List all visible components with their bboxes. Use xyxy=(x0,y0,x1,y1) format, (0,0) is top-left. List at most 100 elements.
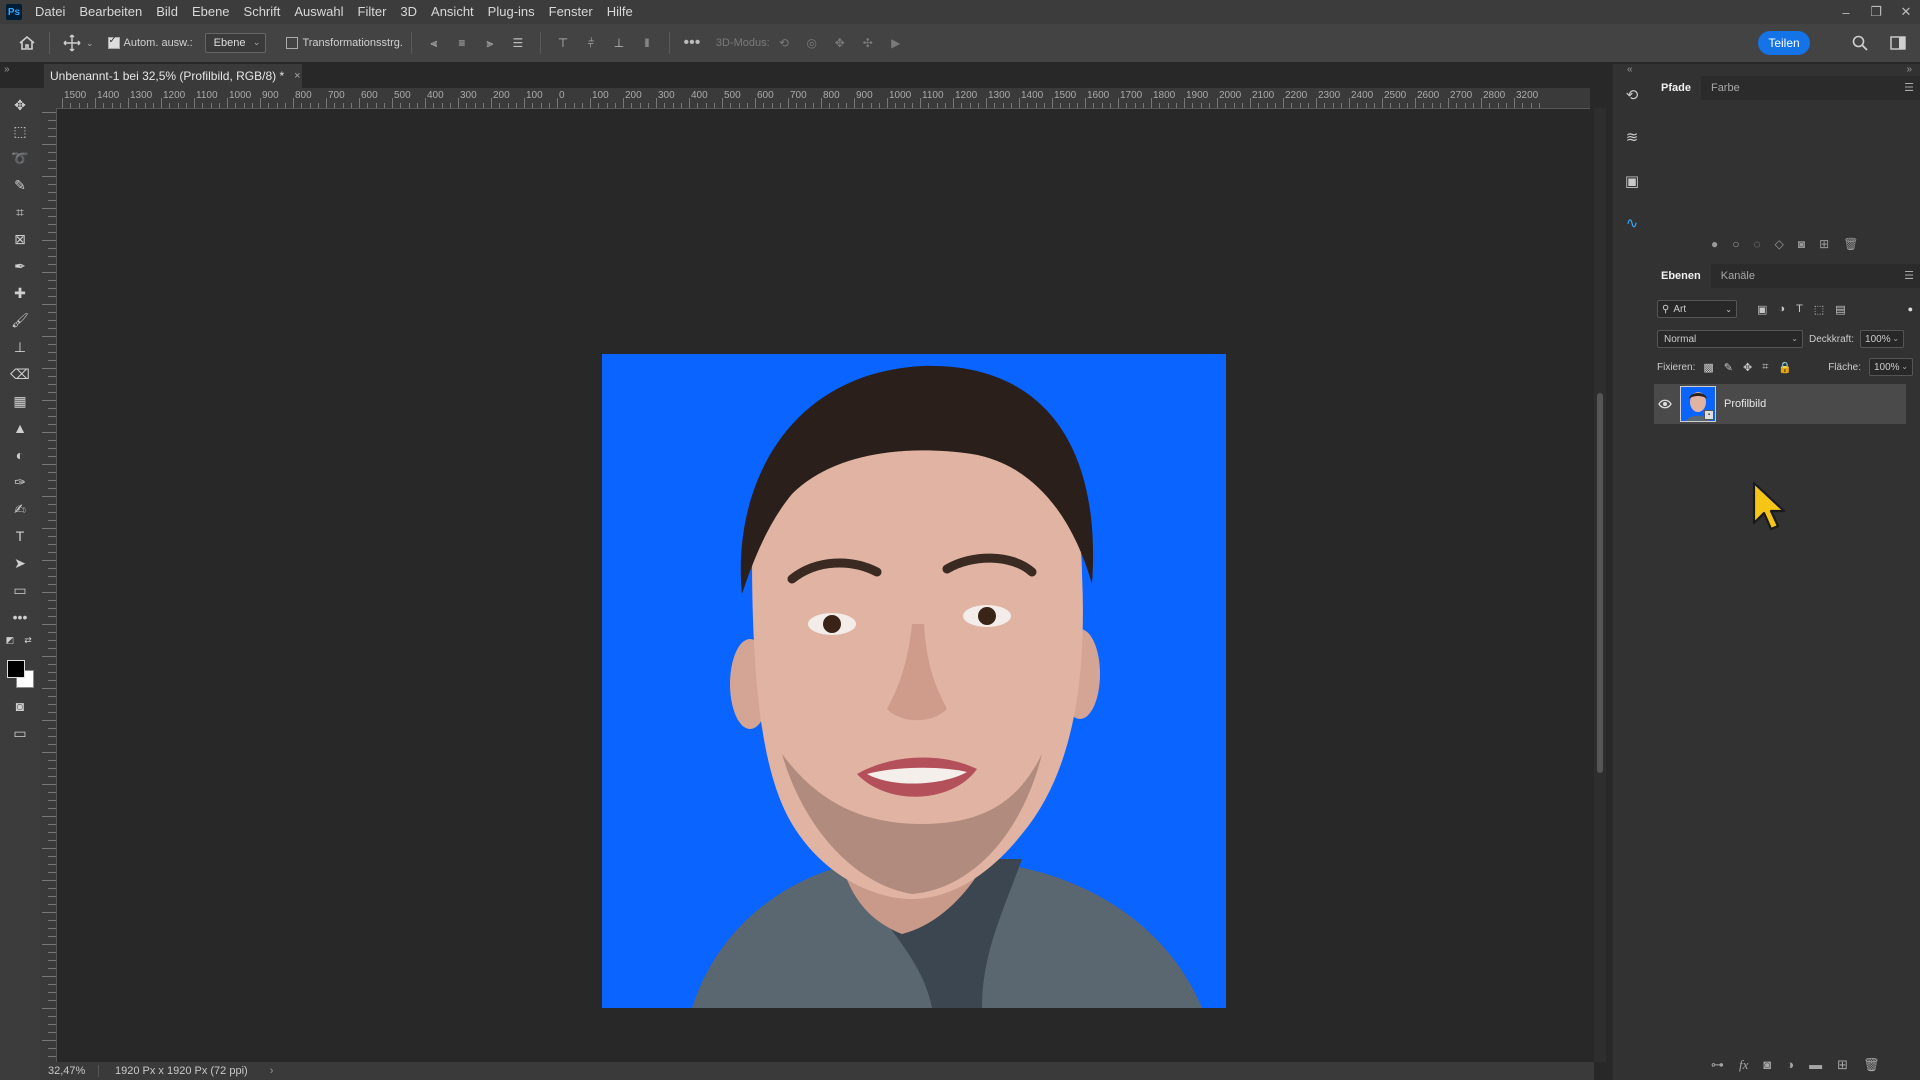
move-tool-icon[interactable] xyxy=(61,32,83,54)
auto-select-checkbox[interactable]: Autom. ausw.: xyxy=(107,35,193,49)
freeform-pen-tool-icon[interactable]: ✍ xyxy=(9,498,31,520)
zoom-level[interactable]: 32,47% xyxy=(40,1065,99,1077)
vertical-ruler[interactable] xyxy=(40,108,57,1062)
search-icon[interactable] xyxy=(1849,32,1871,54)
layers-stack-icon[interactable]: ≋ xyxy=(1621,126,1643,148)
menu-bearbeiten[interactable]: Bearbeiten xyxy=(72,0,149,24)
libraries-icon[interactable]: ▣ xyxy=(1621,170,1643,192)
align-top-icon[interactable]: ⊤ xyxy=(552,32,574,54)
collapse-dock-icon[interactable]: » xyxy=(1906,64,1912,75)
history-icon[interactable]: ⟲ xyxy=(1621,84,1643,106)
quick-mask-icon[interactable]: ◙ xyxy=(9,695,31,717)
menu-fenster[interactable]: Fenster xyxy=(542,0,600,24)
panel-menu-icon[interactable]: ☰ xyxy=(1904,269,1914,282)
document-info[interactable]: 1920 Px x 1920 Px (72 ppi) xyxy=(99,1065,248,1077)
collapse-tools-icon[interactable]: » xyxy=(4,64,10,75)
menu-ansicht[interactable]: Ansicht xyxy=(424,0,481,24)
frame-tool-icon[interactable]: ⊠ xyxy=(9,228,31,250)
filter-type-icon[interactable]: T xyxy=(1796,303,1803,316)
checkbox-checked-icon[interactable] xyxy=(107,35,120,49)
quick-selection-tool-icon[interactable]: ✎ xyxy=(9,174,31,196)
auto-select-dropdown[interactable]: Ebene ⌄ xyxy=(204,33,267,53)
align-center-icon[interactable]: ≡ xyxy=(451,32,473,54)
new-layer-icon[interactable]: ⊞ xyxy=(1837,1057,1848,1073)
new-adjustment-layer-icon[interactable]: ◑ xyxy=(1786,1057,1794,1073)
menu-schrift[interactable]: Schrift xyxy=(237,0,288,24)
load-selection-icon[interactable]: ◌ xyxy=(1754,237,1761,251)
rectangle-tool-icon[interactable]: ▭ xyxy=(9,579,31,601)
tab-pfade[interactable]: Pfade xyxy=(1651,76,1701,100)
3d-pan-icon[interactable]: ✥ xyxy=(829,32,851,54)
gradient-tool-icon[interactable]: ▦ xyxy=(9,390,31,412)
delete-layer-icon[interactable]: 🗑 xyxy=(1863,1057,1880,1073)
align-bottom-icon[interactable]: ⊥ xyxy=(608,32,630,54)
new-path-icon[interactable]: ⊞ xyxy=(1819,237,1829,251)
align-right-icon[interactable]: ⫸ xyxy=(479,32,501,54)
menu-bild[interactable]: Bild xyxy=(149,0,185,24)
delete-path-icon[interactable]: 🗑 xyxy=(1843,237,1858,251)
lasso-tool-icon[interactable]: ➰ xyxy=(9,147,31,169)
3d-orbit-icon[interactable]: ⟲ xyxy=(773,32,795,54)
canvas-area[interactable] xyxy=(57,109,1590,1062)
3d-roll-icon[interactable]: ◎ xyxy=(801,32,823,54)
align-left-icon[interactable]: ⫷ xyxy=(423,32,445,54)
edit-toolbar-icon[interactable]: ••• xyxy=(9,606,31,628)
fill-path-icon[interactable]: ● xyxy=(1711,237,1718,251)
pen-tool-icon[interactable]: ✑ xyxy=(9,471,31,493)
menu-plugins[interactable]: Plug-ins xyxy=(481,0,542,24)
lock-transparency-icon[interactable]: ▩ xyxy=(1703,361,1713,374)
lock-image-icon[interactable]: ✎ xyxy=(1724,361,1733,374)
filter-pixel-icon[interactable]: ▣ xyxy=(1757,303,1767,316)
move-tool-icon[interactable]: ✥ xyxy=(9,94,31,116)
align-middle-icon[interactable]: ⫩ xyxy=(580,32,602,54)
restore-icon[interactable]: ❐ xyxy=(1868,4,1884,20)
transform-controls-checkbox[interactable]: Transformationsstrg. xyxy=(286,37,403,49)
collapse-panels-icon[interactable]: « xyxy=(1627,64,1633,75)
filter-adjustment-icon[interactable]: ◑ xyxy=(1778,303,1785,316)
type-tool-icon[interactable]: T xyxy=(9,525,31,547)
distribute-vertical-icon[interactable]: ‖ xyxy=(636,32,658,54)
blur-tool-icon[interactable]: ▲ xyxy=(9,417,31,439)
eraser-tool-icon[interactable]: ⌫ xyxy=(9,363,31,385)
link-layers-icon[interactable]: ⊶ xyxy=(1711,1057,1724,1073)
chevron-right-icon[interactable]: › xyxy=(270,1065,274,1077)
new-group-icon[interactable]: ▬ xyxy=(1809,1057,1822,1073)
lock-all-icon[interactable]: 🔒 xyxy=(1778,361,1792,374)
lock-artboard-icon[interactable]: ⌗ xyxy=(1762,361,1768,374)
swap-colors-icon[interactable]: ⇄ xyxy=(22,634,34,646)
menu-filter[interactable]: Filter xyxy=(351,0,394,24)
default-colors-icon[interactable]: ◩ xyxy=(4,634,16,646)
horizontal-ruler[interactable]: 1500 1400 1300 1200 1100 1000 900 800 700 600 500 4… xyxy=(56,88,1590,109)
eyedropper-tool-icon[interactable]: ✒ xyxy=(9,255,31,277)
tab-ebenen[interactable]: Ebenen xyxy=(1651,264,1711,288)
vertical-scroll-thumb[interactable] xyxy=(1597,393,1603,773)
crop-tool-icon[interactable]: ⌗ xyxy=(9,201,31,223)
menu-3d[interactable]: 3D xyxy=(393,0,424,24)
dodge-tool-icon[interactable]: ◐ xyxy=(9,444,31,466)
document-image[interactable] xyxy=(602,354,1226,1008)
minimize-icon[interactable]: – xyxy=(1838,4,1854,20)
menu-ebene[interactable]: Ebene xyxy=(185,0,237,24)
healing-brush-tool-icon[interactable]: ✚ xyxy=(9,282,31,304)
chevron-down-icon[interactable]: ⌄ xyxy=(86,38,94,49)
marquee-tool-icon[interactable]: ⬚ xyxy=(9,120,31,142)
distribute-icon[interactable]: ☰ xyxy=(507,32,529,54)
tab-farbe[interactable]: Farbe xyxy=(1701,76,1750,100)
more-options-icon[interactable]: ••• xyxy=(681,32,703,54)
filter-shape-icon[interactable]: ⬚ xyxy=(1814,303,1824,316)
filter-toggle-icon[interactable]: ● xyxy=(1908,304,1913,314)
path-selection-tool-icon[interactable]: ➤ xyxy=(9,552,31,574)
stroke-path-icon[interactable]: ○ xyxy=(1732,237,1739,251)
curves-adjustment-icon[interactable]: ∿ xyxy=(1621,212,1643,234)
add-layer-mask-icon[interactable]: ◙ xyxy=(1763,1057,1771,1073)
menu-datei[interactable]: Datei xyxy=(28,0,72,24)
menu-auswahl[interactable]: Auswahl xyxy=(287,0,350,24)
panel-menu-icon[interactable]: ☰ xyxy=(1904,81,1914,94)
home-icon[interactable] xyxy=(16,32,38,54)
document-tab[interactable]: Unbenannt-1 bei 32,5% (Profilbild, RGB/8… xyxy=(44,64,302,88)
layer-kind-filter[interactable]: ⚲ Art ⌄ xyxy=(1657,300,1737,318)
fill-field[interactable]: 100% ⌄ xyxy=(1869,358,1913,376)
3d-camera-icon[interactable]: ▶ xyxy=(885,32,907,54)
vertical-scrollbar[interactable] xyxy=(1594,108,1606,1062)
3d-slide-icon[interactable]: ✣ xyxy=(857,32,879,54)
